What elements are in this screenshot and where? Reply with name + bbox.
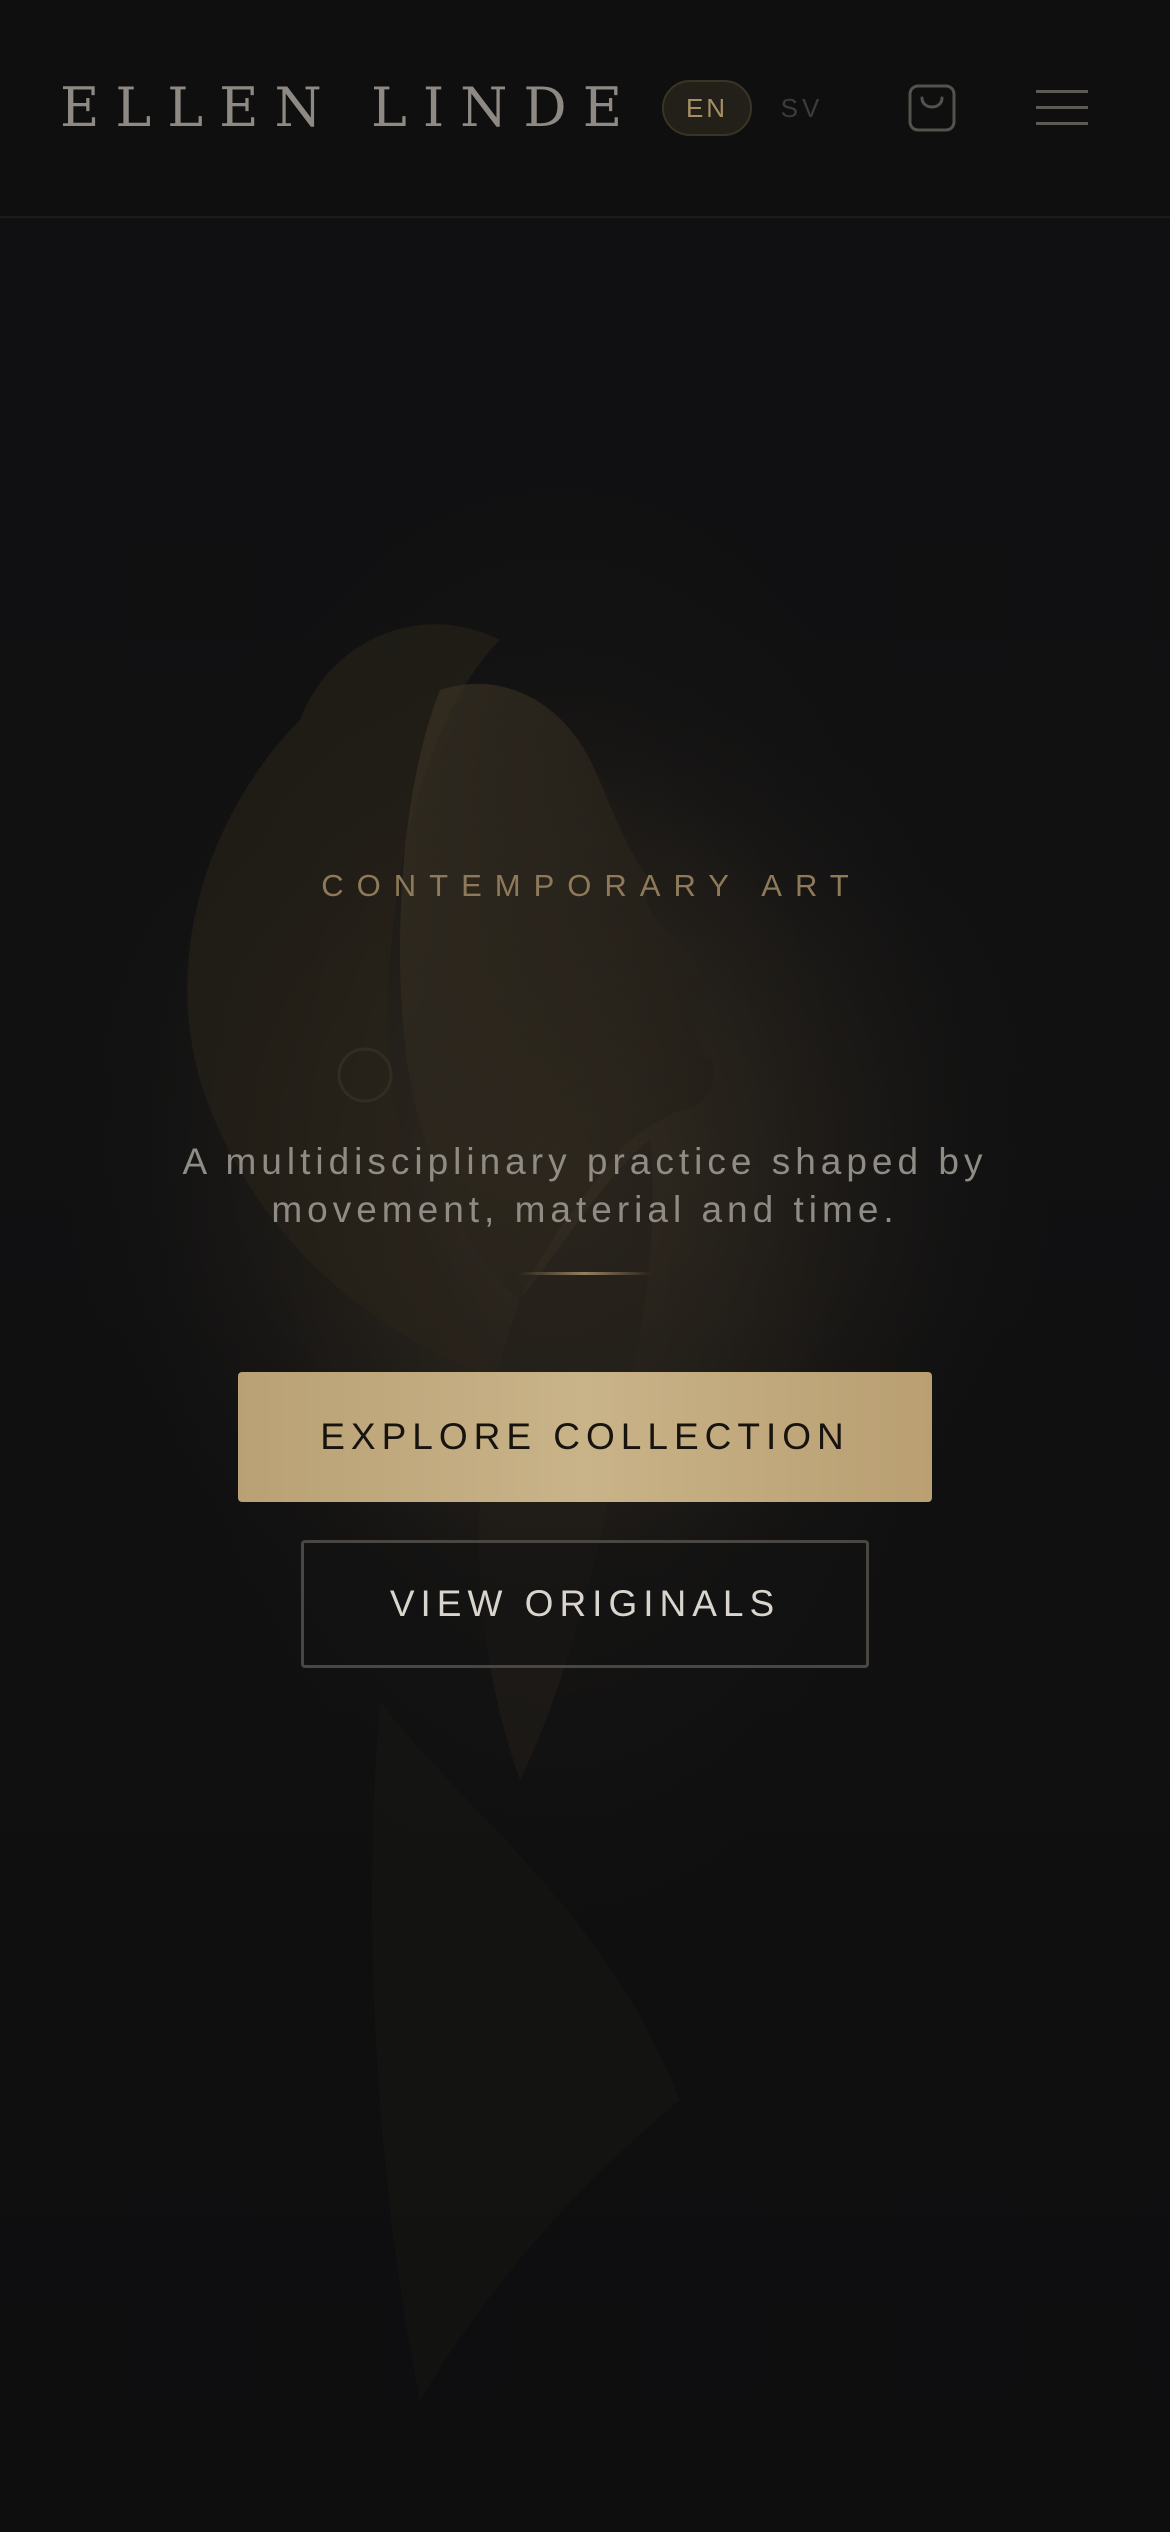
hero-eyebrow: CONTEMPORARY ART <box>321 868 862 903</box>
hero-lead-line-2: movement, material and time. <box>271 1189 899 1230</box>
explore-collection-button[interactable]: EXPLORE COLLECTION <box>238 1372 932 1502</box>
site-header: ELLEN LINDE EN SV <box>0 0 1170 218</box>
hamburger-menu-icon <box>1036 86 1090 130</box>
hero-divider <box>518 1272 652 1275</box>
language-en-toggle[interactable]: EN <box>662 80 752 136</box>
shopping-bag-icon <box>908 84 956 132</box>
hero-portrait-image <box>0 0 1170 2532</box>
hero-lead: A multidisciplinary practice shaped by m… <box>100 1138 1070 1234</box>
view-originals-button[interactable]: VIEW ORIGINALS <box>301 1540 869 1668</box>
cart-button[interactable] <box>904 80 960 136</box>
menu-button[interactable] <box>1036 86 1090 130</box>
brand-logo[interactable]: ELLEN LINDE <box>60 72 638 144</box>
hero-lead-line-1: A multidisciplinary practice shaped by <box>182 1141 988 1182</box>
language-sv-toggle[interactable]: SV <box>772 82 832 134</box>
page: ELLEN LINDE EN SV CONTEMPORARY ART A mul… <box>0 0 1170 2532</box>
